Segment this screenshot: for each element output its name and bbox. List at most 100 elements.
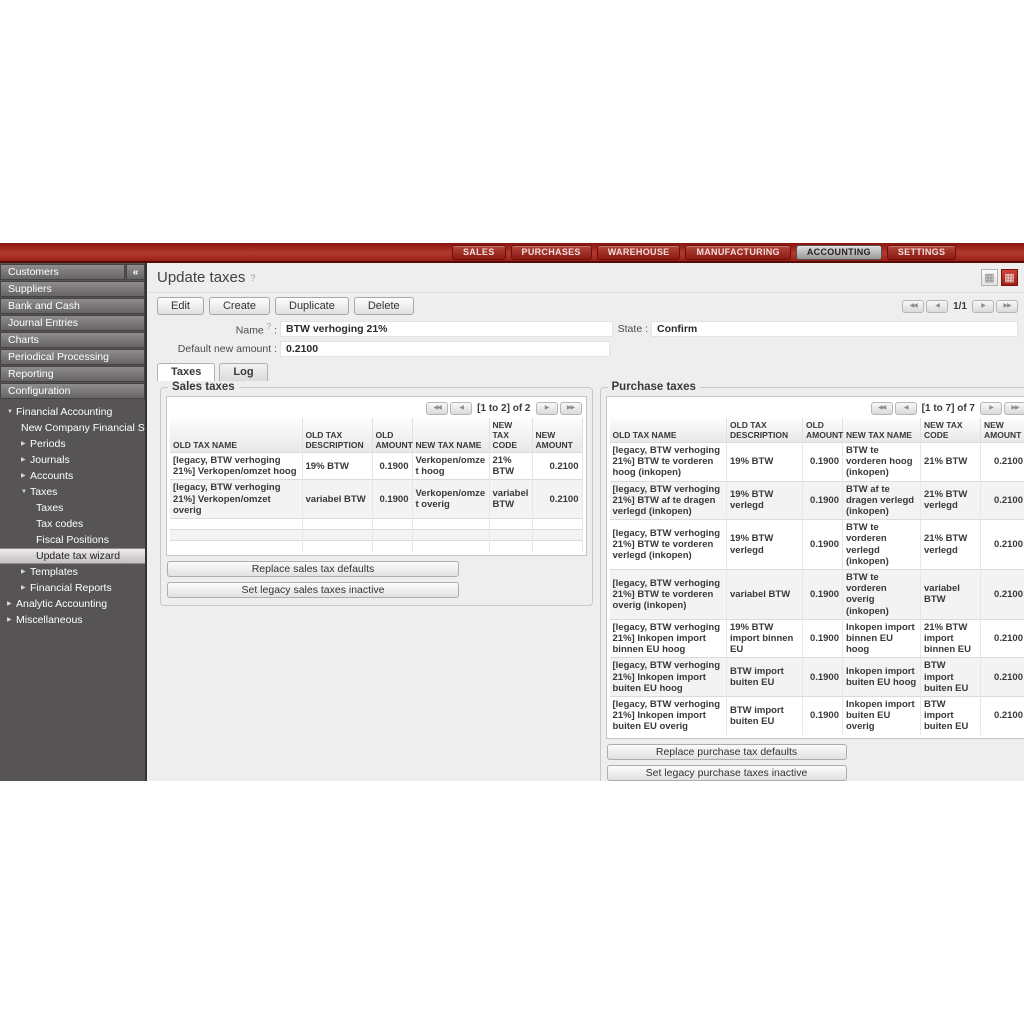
column-header-new-tax-name[interactable]: NEW TAX NAME xyxy=(843,418,921,443)
column-header-new-tax-code[interactable]: NEW TAX CODE xyxy=(921,418,981,443)
sidebar-item-label: Accounts xyxy=(30,468,73,484)
duplicate-button[interactable]: Duplicate xyxy=(275,297,349,315)
sidebar-item-taxes[interactable]: Taxes xyxy=(0,500,145,516)
sidebar-item-miscellaneous[interactable]: ▶Miscellaneous xyxy=(0,612,145,628)
sidebar-item-analytic-accounting[interactable]: ▶Analytic Accounting xyxy=(0,596,145,612)
column-header-old-tax-description[interactable]: OLD TAX DESCRIPTION xyxy=(727,418,803,443)
column-header-old-tax-description[interactable]: OLD TAX DESCRIPTION xyxy=(302,418,372,453)
sidebar-item-periods[interactable]: ▶Periods xyxy=(0,436,145,452)
sidebar-section-row: Reporting xyxy=(0,366,145,382)
chevron-down-icon: ▼ xyxy=(7,404,16,420)
table-row[interactable]: [legacy, BTW verhoging 21%] Verkopen/omz… xyxy=(170,453,582,480)
sidebar-section-reporting[interactable]: Reporting xyxy=(0,366,145,382)
table-row[interactable]: [legacy, BTW verhoging 21%] BTW te vorde… xyxy=(610,520,1024,570)
tab-log[interactable]: Log xyxy=(219,363,267,381)
table-row[interactable]: [legacy, BTW verhoging 21%] BTW te vorde… xyxy=(610,443,1024,482)
name-input[interactable]: BTW verhoging 21% xyxy=(280,321,613,337)
table-row[interactable]: [legacy, BTW verhoging 21%] BTW af te dr… xyxy=(610,481,1024,520)
pager-last-button[interactable]: ▶▶ xyxy=(996,300,1018,313)
cell: 0.1900 xyxy=(803,443,843,482)
pager-first-button[interactable]: ◀◀ xyxy=(871,402,893,415)
sidebar-section-journal-entries[interactable]: Journal Entries xyxy=(0,315,145,331)
sidebar-item-label: Journals xyxy=(30,452,70,468)
pager-first-button[interactable]: ◀◀ xyxy=(426,402,448,415)
table-row[interactable]: [legacy, BTW verhoging 21%] Inkopen impo… xyxy=(610,619,1024,658)
pager-last-button[interactable]: ▶▶ xyxy=(1004,402,1024,415)
sidebar-collapse-icon[interactable]: « xyxy=(126,264,145,280)
column-header-old-tax-name[interactable]: OLD TAX NAME xyxy=(610,418,727,443)
sidebar-item-tax-codes[interactable]: Tax codes xyxy=(0,516,145,532)
column-header-old-tax-name[interactable]: OLD TAX NAME xyxy=(170,418,302,453)
purchase-panel-buttons: Replace purchase tax defaults Set legacy … xyxy=(606,744,1024,781)
sidebar-item-label: Templates xyxy=(30,564,78,580)
cell xyxy=(302,541,372,552)
sidebar-item-new-company-financial-setti[interactable]: New Company Financial Setti... xyxy=(0,420,145,436)
sidebar-section-configuration[interactable]: Configuration xyxy=(0,383,145,399)
column-header-old-amount[interactable]: OLD AMOUNT xyxy=(803,418,843,443)
pager-label: [1 to 7] of 7 xyxy=(919,403,978,414)
pager-last-button[interactable]: ▶▶ xyxy=(560,402,582,415)
tab-taxes[interactable]: Taxes xyxy=(157,363,215,381)
column-header-new-amount[interactable]: NEW AMOUNT xyxy=(532,418,582,453)
sidebar-item-update-tax-wizard[interactable]: Update tax wizard xyxy=(0,548,145,564)
menu-settings[interactable]: SETTINGS xyxy=(887,245,956,260)
sidebar-section-bank-and-cash[interactable]: Bank and Cash xyxy=(0,298,145,314)
column-header-old-amount[interactable]: OLD AMOUNT xyxy=(372,418,412,453)
cell: 0.2100 xyxy=(981,697,1024,735)
sidebar-item-financial-reports[interactable]: ▶Financial Reports xyxy=(0,580,145,596)
sidebar-item-fiscal-positions[interactable]: Fiscal Positions xyxy=(0,532,145,548)
replace-purchase-tax-defaults-button[interactable]: Replace purchase tax defaults xyxy=(607,744,847,760)
table-header-row: OLD TAX NAMEOLD TAX DESCRIPTIONOLD AMOUN… xyxy=(170,418,582,453)
sidebar-item-financial-accounting[interactable]: ▼Financial Accounting xyxy=(0,404,145,420)
menu-warehouse[interactable]: WAREHOUSE xyxy=(597,245,681,260)
list-view-icon[interactable]: ▦ xyxy=(981,269,998,286)
cell: 0.2100 xyxy=(981,481,1024,520)
pager-next-button[interactable]: ▶ xyxy=(536,402,558,415)
chevron-right-icon: ▶ xyxy=(7,612,16,628)
table-row[interactable]: [legacy, BTW verhoging 21%] Inkopen impo… xyxy=(610,658,1024,697)
replace-sales-tax-defaults-button[interactable]: Replace sales tax defaults xyxy=(167,561,459,577)
column-header-new-amount[interactable]: NEW AMOUNT xyxy=(981,418,1024,443)
menu-purchases[interactable]: PURCHASES xyxy=(511,245,592,260)
column-header-new-tax-name[interactable]: NEW TAX NAME xyxy=(412,418,489,453)
help-icon[interactable]: ? xyxy=(250,273,255,283)
sidebar-item-taxes[interactable]: ▼Taxes xyxy=(0,484,145,500)
sidebar-section-customers[interactable]: Customers xyxy=(0,264,125,280)
menu-accounting[interactable]: ACCOUNTING xyxy=(796,245,882,260)
pager-first-button[interactable]: ◀◀ xyxy=(902,300,924,313)
default-amount-input[interactable]: 0.2100 xyxy=(280,341,610,357)
sidebar-item-templates[interactable]: ▶Templates xyxy=(0,564,145,580)
pager-prev-button[interactable]: ◀ xyxy=(895,402,917,415)
table-row[interactable]: [legacy, BTW verhoging 21%] Inkopen impo… xyxy=(610,697,1024,735)
cell xyxy=(532,519,582,530)
menu-sales[interactable]: SALES xyxy=(452,245,506,260)
sidebar-section-periodical-processing[interactable]: Periodical Processing xyxy=(0,349,145,365)
cell: Verkopen/omzet hoog xyxy=(412,453,489,480)
table-row[interactable]: [legacy, BTW verhoging 21%] Verkopen/omz… xyxy=(170,480,582,519)
purchase-taxes-panel: Purchase taxes ◀◀◀[1 to 7] of 7▶▶▶ OLD T… xyxy=(600,381,1024,781)
column-header-new-tax-code[interactable]: NEW TAX CODE xyxy=(489,418,532,453)
sidebar-section-row: Periodical Processing xyxy=(0,349,145,365)
table-row[interactable]: [legacy, BTW verhoging 21%] BTW te vorde… xyxy=(610,570,1024,620)
sidebar-item-label: Taxes xyxy=(36,500,63,516)
delete-button[interactable]: Delete xyxy=(354,297,414,315)
set-legacy-purchase-taxes-inactive-button[interactable]: Set legacy purchase taxes inactive xyxy=(607,765,847,781)
cell xyxy=(372,530,412,541)
edit-button[interactable]: Edit xyxy=(157,297,204,315)
sidebar-item-accounts[interactable]: ▶Accounts xyxy=(0,468,145,484)
pager-prev-button[interactable]: ◀ xyxy=(450,402,472,415)
menu-manufacturing[interactable]: MANUFACTURING xyxy=(685,245,790,260)
pager-next-button[interactable]: ▶ xyxy=(972,300,994,313)
sidebar-section-charts[interactable]: Charts xyxy=(0,332,145,348)
form-view-icon[interactable]: ▦ xyxy=(1001,269,1018,286)
pager-next-button[interactable]: ▶ xyxy=(980,402,1002,415)
sidebar-item-journals[interactable]: ▶Journals xyxy=(0,452,145,468)
pager-prev-button[interactable]: ◀ xyxy=(926,300,948,313)
sidebar-section-suppliers[interactable]: Suppliers xyxy=(0,281,145,297)
sidebar-section-row: Customers« xyxy=(0,264,145,280)
chevron-right-icon: ▶ xyxy=(21,452,30,468)
set-legacy-sales-taxes-inactive-button[interactable]: Set legacy sales taxes inactive xyxy=(167,582,459,598)
sales-table-box: ◀◀◀[1 to 2] of 2▶▶▶ OLD TAX NAMEOLD TAX … xyxy=(166,396,587,556)
state-input[interactable]: Confirm xyxy=(651,321,1018,337)
create-button[interactable]: Create xyxy=(209,297,270,315)
